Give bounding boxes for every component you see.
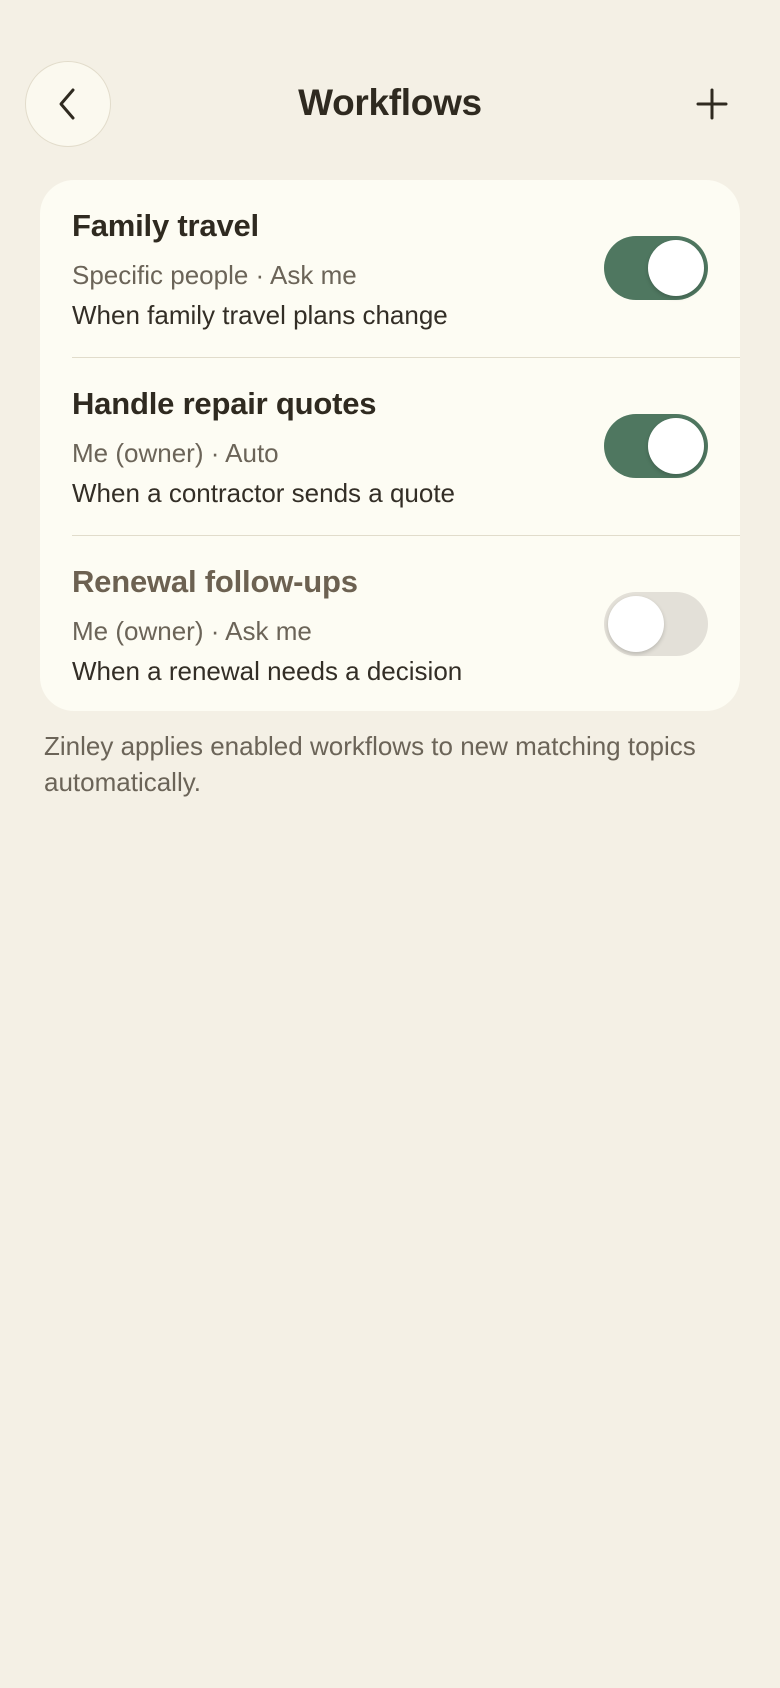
workflow-row[interactable]: Renewal follow-ups Me (owner) · Ask me W… bbox=[40, 536, 740, 711]
workflow-title: Family travel bbox=[72, 208, 259, 243]
workflow-meta: Me (owner) · Ask me bbox=[72, 616, 312, 646]
workflow-meta: Specific people · Ask me bbox=[72, 260, 357, 290]
workflow-title: Renewal follow-ups bbox=[72, 564, 358, 599]
workflow-trigger: When family travel plans change bbox=[72, 300, 448, 330]
plus-icon bbox=[696, 88, 728, 120]
toggle-knob bbox=[648, 418, 704, 474]
workflows-list: Family travel Specific people · Ask me W… bbox=[40, 180, 740, 711]
workflow-row[interactable]: Family travel Specific people · Ask me W… bbox=[40, 180, 740, 358]
workflow-toggle[interactable] bbox=[604, 236, 708, 300]
toggle-knob bbox=[648, 240, 704, 296]
workflow-meta: Me (owner) · Auto bbox=[72, 438, 279, 468]
workflows-screen: Workflows Family travel Specific people … bbox=[0, 0, 780, 1688]
footnote: Zinley applies enabled workflows to new … bbox=[44, 731, 696, 797]
workflow-row[interactable]: Handle repair quotes Me (owner) · Auto W… bbox=[40, 358, 740, 536]
workflow-trigger: When a contractor sends a quote bbox=[72, 478, 456, 508]
header: Workflows bbox=[0, 0, 780, 180]
add-workflow-button[interactable] bbox=[686, 78, 738, 130]
workflow-toggle[interactable] bbox=[604, 414, 708, 478]
toggle-knob bbox=[608, 596, 664, 652]
page-title: Workflows bbox=[298, 82, 482, 123]
workflow-trigger: When a renewal needs a decision bbox=[72, 656, 463, 686]
workflow-title: Handle repair quotes bbox=[72, 386, 377, 421]
workflow-toggle[interactable] bbox=[604, 592, 708, 656]
